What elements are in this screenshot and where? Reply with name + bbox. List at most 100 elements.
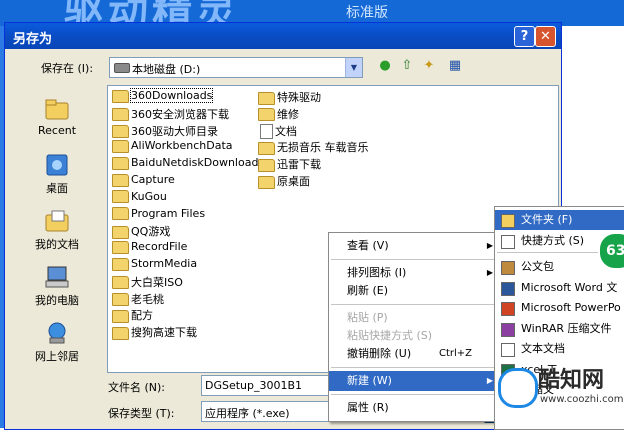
desktop-icon	[46, 154, 68, 176]
watermark-url: www.coozhi.com	[540, 394, 624, 405]
folder-icon	[501, 214, 515, 228]
item-label: 配方	[131, 309, 153, 323]
my-documents-icon	[45, 210, 69, 232]
folder-item[interactable]: BaiduNetdiskDownload	[112, 156, 258, 172]
briefcase-icon	[501, 261, 515, 275]
folder-item[interactable]: 维修	[258, 106, 299, 122]
menu-item-view[interactable]: 查看 (V) ▶	[329, 236, 499, 256]
folder-icon	[112, 207, 129, 221]
powerpoint-icon	[501, 302, 515, 316]
item-label: 无损音乐 车载音乐	[277, 141, 369, 155]
edition-text: 标准版	[346, 5, 388, 21]
folder-icon	[112, 293, 129, 307]
status-badge: 63	[598, 232, 624, 270]
save-in-combo[interactable]: 本地磁盘 (D:) ▼	[109, 57, 363, 78]
folder-item[interactable]: QQ游戏	[112, 223, 170, 239]
new-folder-icon[interactable]: ✦	[419, 57, 439, 75]
menu-item-arrange-icons[interactable]: 排列图标 (I) ▶	[329, 263, 499, 283]
item-label: 特殊驱动	[277, 91, 321, 104]
place-my-computer[interactable]: 我的电脑	[15, 265, 99, 308]
item-label: 文档	[275, 124, 297, 138]
folder-item[interactable]: 360Downloads	[112, 88, 214, 105]
view-menu-icon[interactable]: ▦	[445, 57, 465, 75]
folder-item[interactable]: AliWorkbenchData	[112, 139, 233, 155]
item-label: 大白菜ISO	[131, 275, 183, 289]
folder-icon	[112, 276, 129, 290]
shortcut-icon	[501, 234, 515, 249]
places-bar: Recent 桌面 我的文档 我的电脑 网上邻居	[15, 87, 99, 383]
chevron-down-icon[interactable]: ▼	[345, 58, 362, 77]
place-network[interactable]: 网上邻居	[15, 321, 99, 364]
folder-icon	[112, 156, 129, 170]
folder-item[interactable]: KuGou	[112, 190, 167, 206]
folder-icon	[258, 141, 275, 155]
folder-item[interactable]: 配方	[112, 307, 153, 323]
document-icon	[260, 124, 273, 140]
folder-icon	[112, 125, 129, 139]
item-label: 原桌面	[277, 175, 310, 188]
folder-item[interactable]: 360驱动大师目录	[112, 123, 218, 139]
submenu-item[interactable]: 文件夹 (F)	[495, 210, 624, 230]
folder-item[interactable]: Capture	[112, 173, 175, 189]
folder-item[interactable]: 360安全浏览器下载	[112, 106, 229, 122]
dialog-titlebar[interactable]: 另存为 ? ✕	[5, 23, 561, 49]
folder-item[interactable]: RecordFile	[112, 240, 187, 256]
item-label: 360安全浏览器下载	[131, 107, 229, 121]
item-label: 360驱动大师目录	[131, 124, 218, 138]
item-label: 老毛桃	[131, 292, 164, 306]
submenu-item[interactable]: WinRAR 压缩文件	[495, 319, 624, 339]
folder-icon	[112, 108, 129, 122]
watermark: 酷知网 www.coozhi.com	[470, 358, 624, 420]
watermark-logo-icon	[498, 368, 538, 408]
back-icon[interactable]: ●	[375, 57, 395, 75]
folder-icon	[112, 257, 129, 271]
folder-icon	[112, 89, 129, 103]
item-label: KuGou	[131, 189, 167, 203]
text-doc-icon	[501, 343, 515, 357]
filetype-label: 保存类型 (T):	[108, 407, 175, 420]
folder-icon	[258, 158, 275, 172]
place-my-documents[interactable]: 我的文档	[15, 209, 99, 252]
folder-item[interactable]: 特殊驱动	[258, 89, 321, 105]
filename-label: 文件名 (N):	[108, 381, 166, 394]
folder-item[interactable]: 迅雷下载	[258, 156, 321, 172]
folder-icon	[112, 190, 129, 204]
folder-item[interactable]: 大白菜ISO	[112, 274, 183, 290]
item-label: Program Files	[131, 206, 206, 220]
menu-separator	[331, 259, 497, 260]
folder-item[interactable]: StormMedia	[112, 257, 197, 273]
menu-separator	[331, 304, 497, 305]
folder-item[interactable]: 原桌面	[258, 173, 310, 189]
menu-item-paste-shortcut: 粘贴快捷方式 (S)	[347, 329, 433, 342]
up-folder-icon[interactable]: ⇧	[397, 57, 417, 75]
place-recent[interactable]: Recent	[15, 97, 99, 137]
folder-item[interactable]: Program Files	[112, 207, 205, 223]
menu-item-paste: 粘贴 (P)	[347, 311, 388, 324]
submenu-item[interactable]: Microsoft Word 文	[495, 278, 624, 298]
save-in-value: 本地磁盘 (D:)	[132, 63, 201, 76]
help-button[interactable]: ?	[514, 26, 535, 47]
place-desktop[interactable]: 桌面	[15, 153, 99, 196]
close-button[interactable]: ✕	[535, 26, 556, 47]
file-item[interactable]: 文档	[258, 123, 297, 140]
dialog-title: 另存为	[13, 32, 53, 47]
folder-icon	[112, 309, 129, 323]
submenu-item[interactable]: 文本文档	[495, 339, 624, 359]
my-computer-icon	[45, 266, 69, 288]
folder-icon	[112, 139, 129, 153]
folder-item[interactable]: 无损音乐 车载音乐	[258, 139, 369, 155]
folder-item[interactable]: 老毛桃	[112, 291, 164, 307]
folder-icon	[112, 173, 129, 187]
submenu-item[interactable]: Microsoft PowerPo	[495, 298, 624, 318]
folder-icon	[112, 326, 129, 340]
item-label: StormMedia	[131, 257, 198, 270]
folder-icon	[112, 240, 129, 254]
folder-icon	[258, 108, 275, 122]
item-label: 搜狗高速下载	[131, 326, 197, 340]
item-label: AliWorkbenchData	[131, 139, 233, 153]
save-in-label: 保存在 (I):	[41, 62, 94, 75]
item-label: QQ游戏	[131, 225, 171, 239]
folder-item[interactable]: 搜狗高速下载	[112, 324, 197, 340]
folder-icon	[258, 91, 275, 105]
menu-item-refresh[interactable]: 刷新 (E)	[329, 281, 499, 301]
